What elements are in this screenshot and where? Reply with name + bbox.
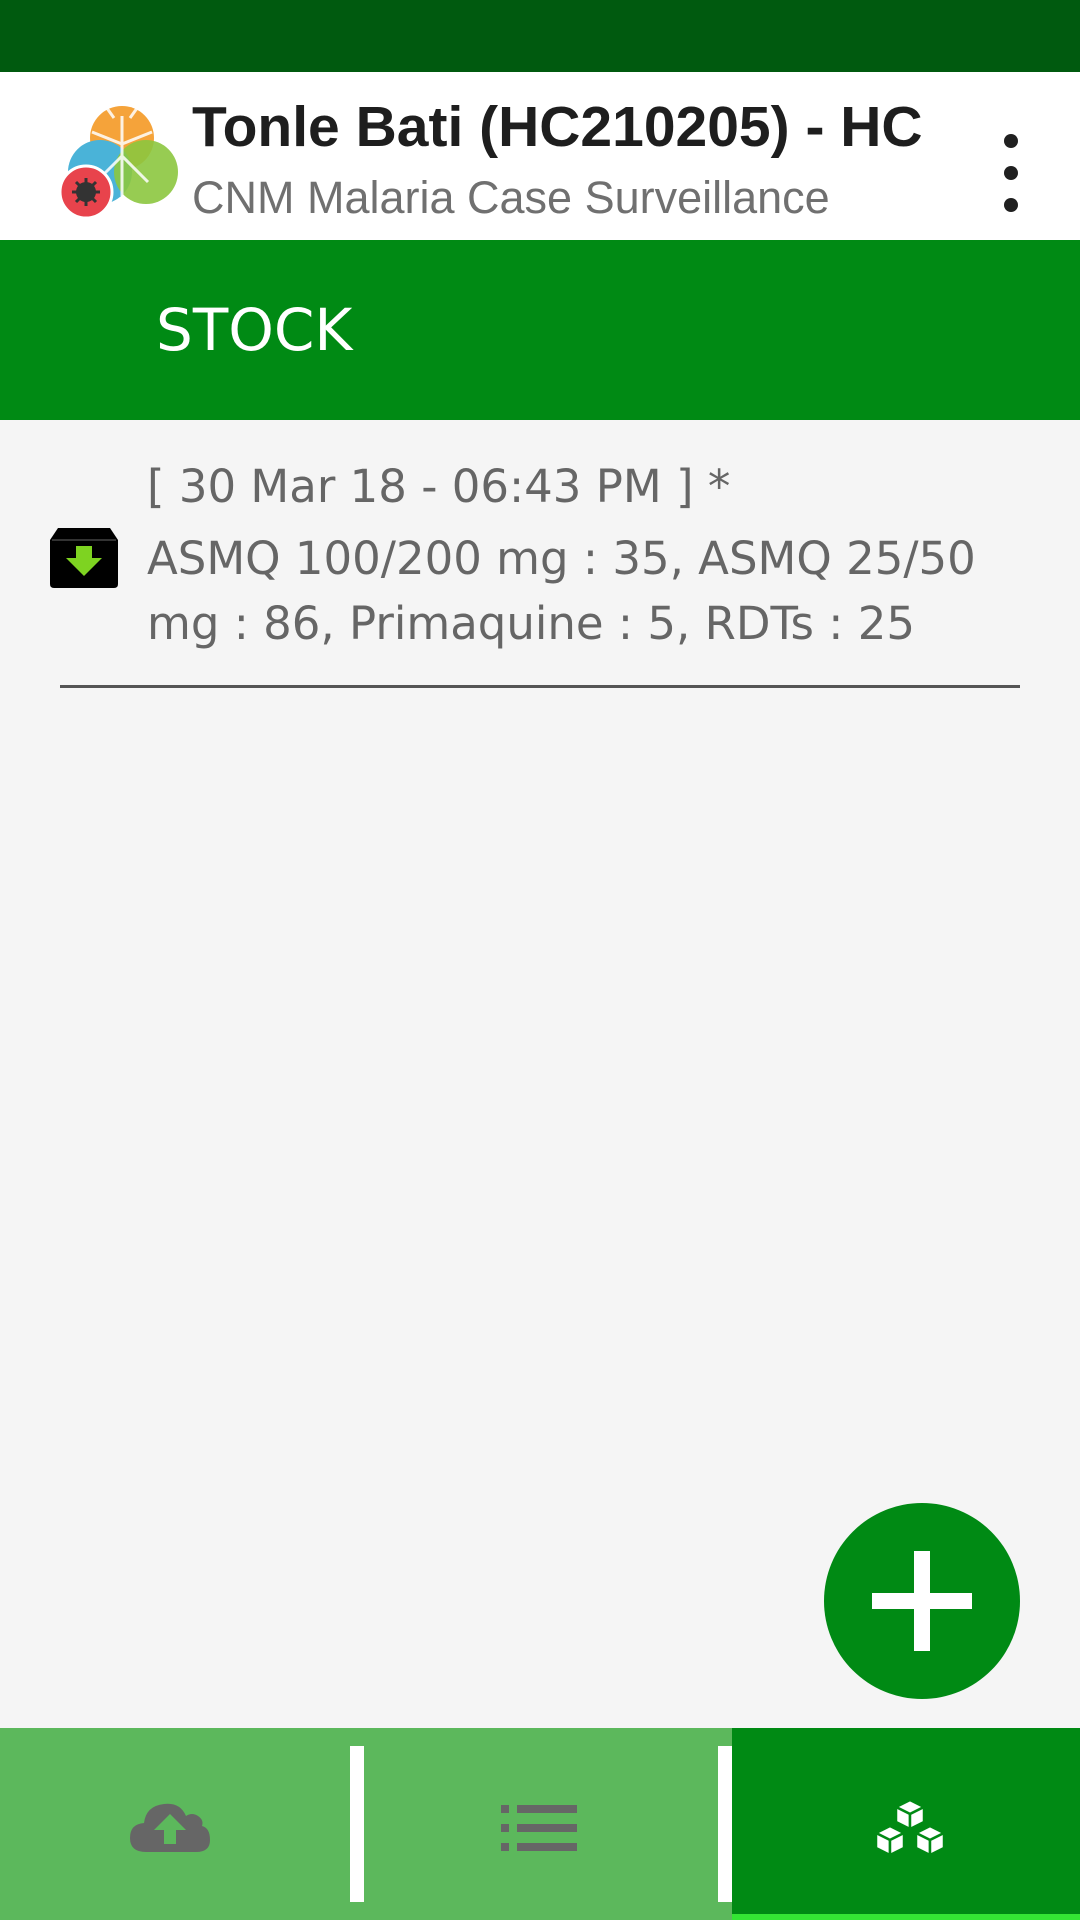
tab-upload[interactable] — [0, 1728, 350, 1920]
stock-entry-date: [ 30 Mar 18 - 06:43 PM ] * — [147, 460, 731, 513]
list-item[interactable]: [ 30 Mar 18 - 06:43 PM ] * ASMQ 100/200 … — [0, 420, 1080, 688]
add-stock-button[interactable] — [824, 1503, 1020, 1699]
tab-list[interactable] — [364, 1728, 718, 1920]
section-title: STOCK — [156, 296, 353, 364]
more-vert-icon[interactable] — [990, 124, 1038, 224]
stock-entry-details: ASMQ 100/200 mg : 35, ASMQ 25/50 mg : 86… — [147, 532, 976, 650]
cloud-upload-icon — [130, 1803, 210, 1852]
list-icon — [501, 1805, 577, 1851]
mosquito-logo-icon — [58, 103, 178, 218]
status-bar — [0, 0, 1080, 72]
app-title: Tonle Bati (HC210205) - HC — [192, 95, 923, 159]
divider — [60, 685, 1020, 688]
active-tab-indicator — [732, 1914, 1080, 1920]
nav-separator — [350, 1746, 364, 1902]
app-subtitle: CNM Malaria Case Surveillance — [192, 172, 830, 223]
plus-icon — [872, 1551, 972, 1651]
nav-separator — [718, 1746, 732, 1902]
tab-stock[interactable] — [732, 1728, 1080, 1920]
cubes-icon — [874, 1798, 946, 1857]
bottom-nav — [0, 1728, 1080, 1920]
section-header: STOCK — [0, 240, 1080, 420]
inbox-download-icon — [50, 528, 118, 588]
app-bar: Tonle Bati (HC210205) - HC CNM Malaria C… — [0, 72, 1080, 240]
